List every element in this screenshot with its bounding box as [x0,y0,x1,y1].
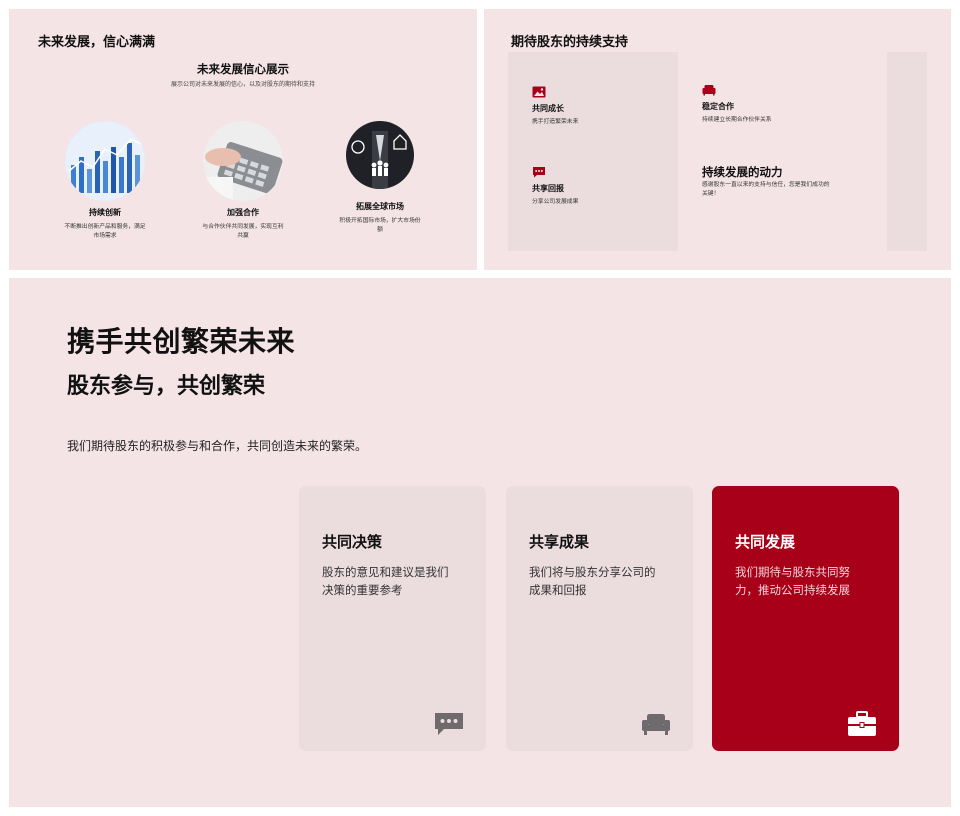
card-title: 共同发展 [735,533,796,551]
card-desc: 我们期待与股东共同努力，推动公司持续发展 [735,565,850,597]
sofa-icon [702,85,716,96]
support-item-growth: 共同成长 携手打造繁荣未来 [532,86,578,127]
chart-photo [65,121,145,201]
feature-cooperation: 加强合作 与合作伙伴共同发展，实现互利共赢 [178,121,308,240]
card-desc: 我们将与股东分享公司的成果和回报 [529,565,656,597]
feature-global-market: 拓展全球市场 积极开拓国际市场，扩大市场份额 [315,121,445,234]
card-shared-results: 共享成果 我们将与股东分享公司的成果和回报 [506,486,693,751]
slide-shared-prosperity: 携手共创繁荣未来 股东参与，共创繁荣 我们期待股东的积极参与和合作，共同创造未来… [9,278,951,807]
slide-description: 我们期待股东的积极参与和合作，共同创造未来的繁荣。 [67,439,368,453]
support-item-title: 稳定合作 [702,102,734,111]
highlight-desc: 感谢股东一直以来的支持与信任，您是我们成功的关键！ [702,182,830,198]
feature-desc: 不断推出创新产品和服务，满足市场需求 [64,224,146,239]
slide-future-confidence: 未来发展，信心满满 未来发展信心展示 展示公司对未来发展的信心，以及对股东的期待… [9,9,477,270]
support-item-title: 共享回报 [532,184,564,193]
feature-title: 拓展全球市场 [356,202,404,211]
feature-innovation: 持续创新 不断推出创新产品和服务，满足市场需求 [40,121,170,240]
chat-icon [435,713,463,735]
feature-desc: 与合作伙伴共同发展，实现互利共赢 [202,224,284,239]
sofa-icon [642,714,670,735]
card-desc: 股东的意见和建议是我们决策的重要参考 [322,565,449,597]
section-heading: 未来发展信心展示 [197,62,289,76]
slide-subtitle: 股东参与，共创繁荣 [67,374,266,399]
briefcase-icon [848,711,876,736]
slide-title: 期待股东的持续支持 [511,35,629,50]
support-item-desc: 持续建立长期合作伙伴关系 [702,117,772,123]
feature-title: 加强合作 [227,208,259,217]
support-item-cooperation: 稳定合作 持续建立长期合作伙伴关系 [702,84,772,125]
feature-desc: 积极开拓国际市场，扩大市场份额 [339,218,421,233]
feature-title: 持续创新 [89,208,121,217]
slide-title: 携手共创繁荣未来 [67,325,296,358]
business-network-photo [346,121,414,189]
card-title: 共享成果 [529,533,590,551]
highlight-title: 持续发展的动力 [702,165,783,179]
support-box [508,52,678,251]
slide-shareholder-support: 期待股东的持续支持 共同成长 携手打造繁荣未来 稳定合作 持续建立长期合作伙伴关… [484,9,951,270]
support-item-desc: 分享公司发展成果 [532,199,579,205]
support-item-desc: 携手打造繁荣未来 [532,119,579,125]
card-joint-decision: 共同决策 股东的意见和建议是我们决策的重要参考 [299,486,486,751]
section-subheading: 展示公司对未来发展的信心，以及对股东的期待和支持 [170,81,315,88]
card-title: 共同决策 [322,533,383,551]
support-item-returns: 共享回报 分享公司发展成果 [532,166,578,207]
decorative-strip [887,52,927,251]
card-joint-development: 共同发展 我们期待与股东共同努力，推动公司持续发展 [712,486,899,751]
calculator-photo [203,121,283,201]
image-icon [532,86,546,98]
support-item-title: 共同成长 [532,104,564,113]
slide-title: 未来发展，信心满满 [38,35,156,50]
chat-icon [533,167,545,178]
